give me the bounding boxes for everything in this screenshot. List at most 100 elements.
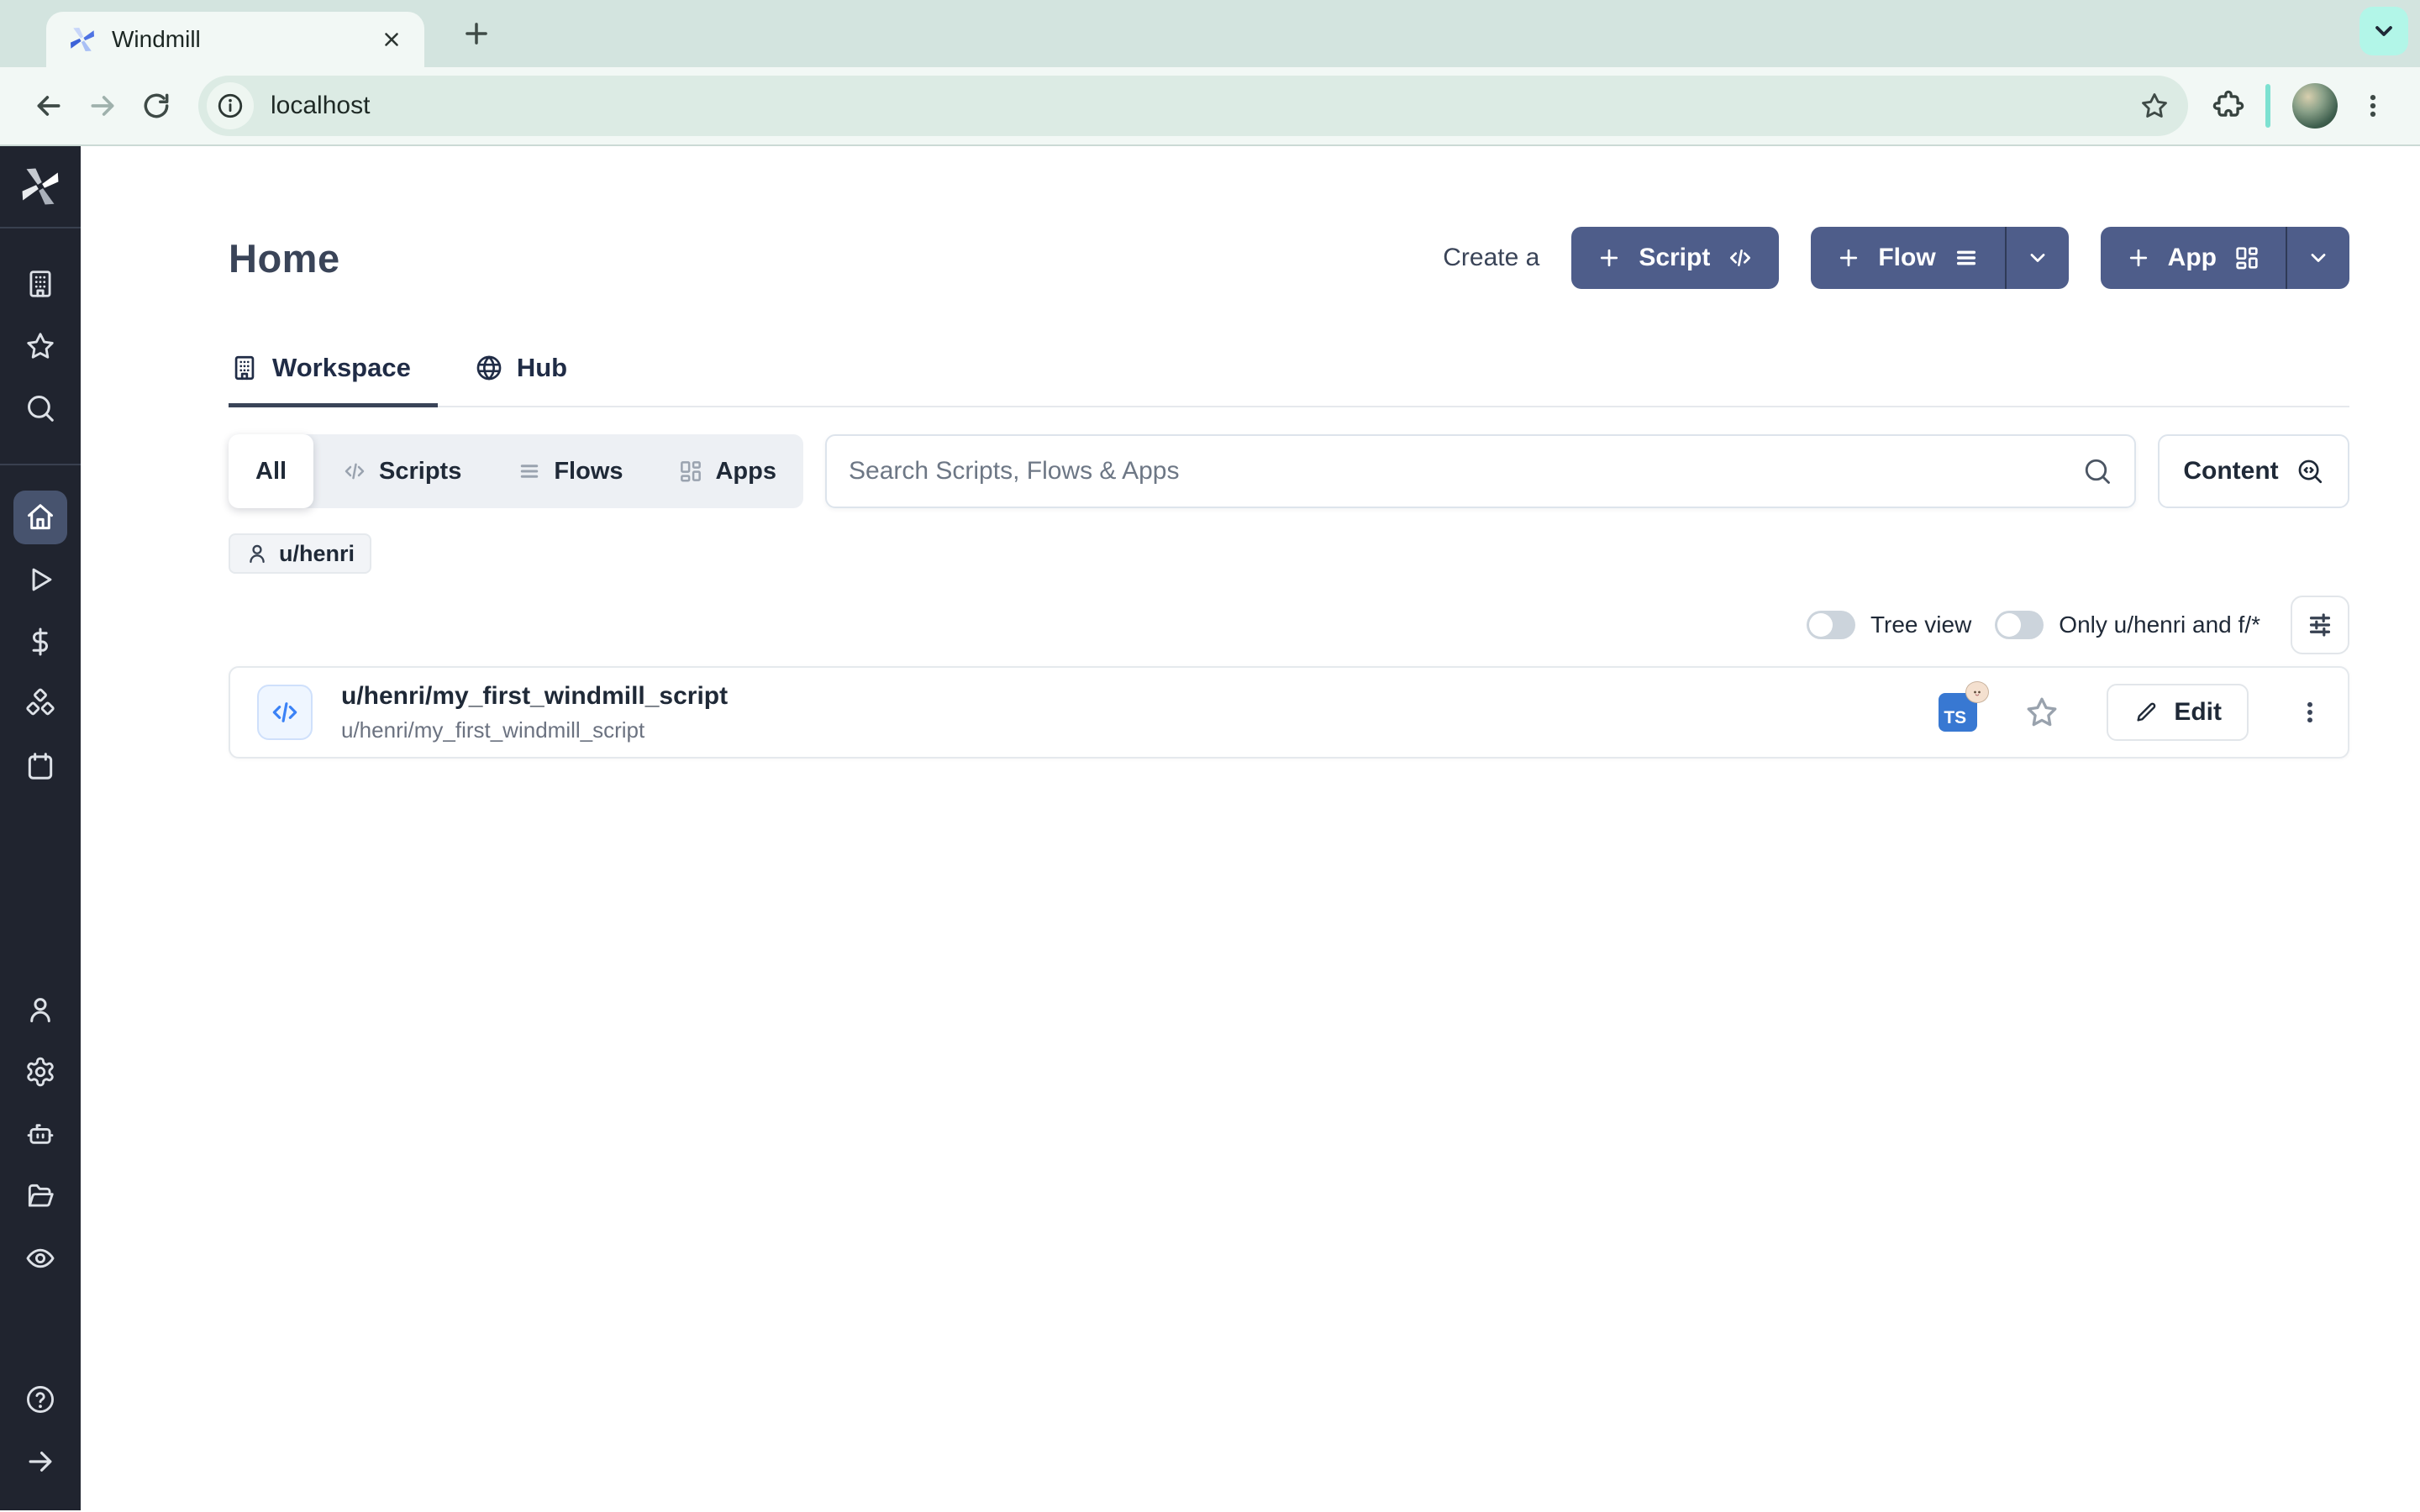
filter-apps[interactable]: Apps — [651, 434, 803, 508]
sidebar-item-variables[interactable] — [13, 615, 67, 669]
create-flow-label: Flow — [1878, 244, 1935, 272]
windmill-app: Home Create a Script — [0, 146, 2420, 1510]
only-owner-toggle[interactable] — [1995, 611, 2044, 639]
script-code-icon — [257, 685, 313, 740]
search-code-icon — [2296, 457, 2324, 486]
filter-all[interactable]: All — [229, 434, 313, 508]
kind-filter-group: All Scripts Flows — [229, 434, 803, 508]
row-menu-icon[interactable] — [2296, 698, 2324, 727]
layout-dashboard-icon — [678, 459, 703, 484]
gear-icon — [24, 1056, 56, 1088]
script-title[interactable]: u/henri/my_first_windmill_script — [341, 682, 728, 711]
plus-icon — [2126, 245, 2151, 270]
sidebar-item-workspace[interactable] — [13, 257, 67, 311]
help-circle-icon — [24, 1383, 56, 1415]
owner-filter-chip[interactable]: u/henri — [229, 533, 371, 574]
tab-hub[interactable]: Hub — [473, 353, 594, 407]
bot-icon — [24, 1118, 56, 1150]
windmill-logo-icon[interactable] — [18, 165, 62, 208]
typescript-badge-label: TS — [1944, 708, 1966, 728]
plus-icon — [1597, 245, 1622, 270]
script-path: u/henri/my_first_windmill_script — [341, 717, 728, 743]
new-tab-button[interactable] — [453, 10, 500, 57]
filter-flows[interactable]: Flows — [490, 434, 650, 508]
content-search-button[interactable]: Content — [2158, 434, 2349, 508]
reload-button[interactable] — [129, 79, 183, 133]
code-icon — [342, 459, 367, 484]
search-input[interactable] — [849, 457, 2065, 486]
tab-workspace[interactable]: Workspace — [229, 353, 438, 407]
calendar-icon — [24, 750, 56, 782]
folder-open-icon — [24, 1180, 56, 1212]
sidebar-item-help[interactable] — [13, 1373, 67, 1426]
home-icon — [24, 501, 56, 533]
toggle-knob — [1809, 613, 1833, 637]
forward-button[interactable] — [76, 79, 129, 133]
sidebar — [0, 146, 81, 1510]
close-tab-icon[interactable] — [381, 29, 402, 50]
only-owner-label: Only u/henri and f/* — [2059, 612, 2260, 638]
script-list-item[interactable]: u/henri/my_first_windmill_script u/henri… — [229, 666, 2349, 759]
sidebar-item-workers[interactable] — [13, 1107, 67, 1161]
tab-search-chevron-button[interactable] — [2360, 7, 2408, 55]
flow-lines-icon — [1953, 244, 1980, 271]
search-icon — [2082, 456, 2112, 486]
code-icon — [1727, 244, 1754, 271]
extensions-puzzle-icon[interactable] — [2203, 81, 2254, 131]
pencil-icon — [2133, 700, 2159, 725]
sidebar-expand-button[interactable] — [13, 1435, 67, 1488]
owner-chip-label: u/henri — [279, 541, 355, 567]
edit-button[interactable]: Edit — [2107, 684, 2249, 741]
sidebar-divider — [0, 464, 81, 465]
star-icon — [24, 330, 56, 362]
play-icon — [24, 564, 56, 596]
filter-all-label: All — [255, 458, 287, 486]
user-icon — [24, 994, 56, 1026]
building-icon — [230, 354, 259, 382]
tab-workspace-label: Workspace — [272, 353, 411, 383]
sidebar-item-home[interactable] — [13, 491, 67, 544]
sidebar-item-users[interactable] — [13, 983, 67, 1037]
display-settings-button[interactable] — [2291, 596, 2349, 654]
sidebar-item-runs[interactable] — [13, 553, 67, 606]
sidebar-item-search[interactable] — [13, 381, 67, 435]
bookmark-star-icon[interactable] — [2131, 82, 2178, 129]
site-info-icon[interactable] — [207, 82, 254, 129]
favorite-star-icon[interactable] — [2024, 695, 2060, 730]
typescript-badge: TS — [1939, 693, 1977, 732]
create-app-button[interactable]: App — [2101, 227, 2349, 289]
browser-tab[interactable]: Windmill — [46, 12, 424, 67]
back-button[interactable] — [22, 79, 76, 133]
create-a-label: Create a — [1443, 244, 1539, 272]
url-bar[interactable]: localhost — [198, 76, 2188, 136]
sidebar-item-resources[interactable] — [13, 677, 67, 731]
tab-title: Windmill — [112, 26, 366, 53]
sidebar-item-schedules[interactable] — [13, 739, 67, 793]
sidebar-item-favorites[interactable] — [13, 319, 67, 373]
browser-window: Windmill localhost — [0, 0, 2420, 146]
create-flow-dropdown[interactable] — [2007, 227, 2069, 289]
toggle-knob — [1997, 613, 2021, 637]
tree-view-toggle[interactable] — [1807, 611, 1855, 639]
main-content: Home Create a Script — [81, 146, 2420, 1510]
bun-runtime-icon — [1965, 681, 1989, 703]
create-app-dropdown[interactable] — [2287, 227, 2349, 289]
sidebar-item-settings[interactable] — [13, 1045, 67, 1099]
profile-avatar[interactable] — [2292, 83, 2338, 129]
search-box[interactable] — [825, 434, 2136, 508]
create-script-button[interactable]: Script — [1571, 227, 1779, 289]
browser-toolbar: localhost — [0, 67, 2420, 146]
create-app-label: App — [2168, 244, 2217, 272]
browser-tab-strip: Windmill — [0, 0, 2420, 67]
toolbar-separator — [2265, 84, 2270, 128]
filter-scripts[interactable]: Scripts — [315, 434, 488, 508]
sliders-icon — [2305, 610, 2335, 640]
dollar-icon — [24, 626, 56, 658]
create-flow-button[interactable]: Flow — [1811, 227, 2068, 289]
sidebar-item-audit-logs[interactable] — [13, 1231, 67, 1285]
flow-lines-icon — [517, 459, 542, 484]
sidebar-item-folders[interactable] — [13, 1169, 67, 1223]
browser-menu-icon[interactable] — [2348, 81, 2398, 131]
boxes-icon — [24, 688, 56, 720]
chevron-down-icon — [2026, 246, 2049, 270]
